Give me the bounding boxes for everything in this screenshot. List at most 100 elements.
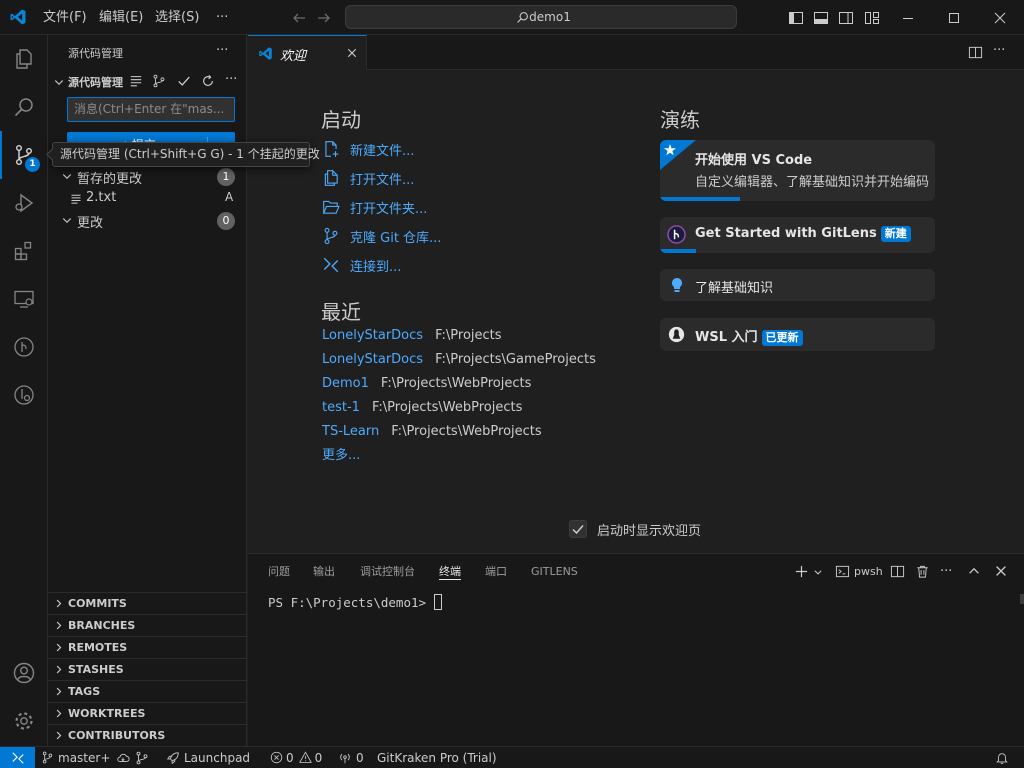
recent-item-name[interactable]: LonelyStarDocs (322, 328, 423, 343)
window-maximize-icon[interactable] (946, 10, 962, 26)
panel-tab-ports[interactable]: 端口 (485, 554, 507, 589)
chevron-down-icon[interactable] (813, 567, 823, 577)
chevron-down-icon[interactable] (53, 76, 65, 88)
section-branches[interactable]: BRANCHES (48, 614, 247, 636)
recent-item[interactable]: LonelyStarDocs F:\Projects (322, 326, 502, 346)
connect-to-link[interactable]: 连接到... (322, 254, 401, 276)
section-worktrees[interactable]: WORKTREES (48, 702, 247, 724)
branch-compare-icon[interactable] (152, 74, 166, 88)
nav-back-icon[interactable] (291, 10, 307, 26)
view-as-tree-icon[interactable] (129, 74, 143, 88)
panel-tab-gitlens[interactable]: GITLENS (531, 554, 578, 589)
toggle-primary-sidebar-icon[interactable] (788, 10, 804, 26)
search-view-icon[interactable] (0, 83, 48, 131)
recent-item-path: F:\Projects\WebProjects (371, 400, 523, 415)
panel-tab-debug-console[interactable]: 调试控制台 (360, 554, 415, 589)
walkthrough-wsl[interactable]: WSL 入门 已更新 (660, 318, 935, 351)
error-icon (270, 751, 283, 764)
show-on-startup-checkbox[interactable] (569, 520, 587, 538)
recent-item[interactable]: TS-Learn F:\Projects\WebProjects (322, 422, 542, 442)
section-remotes[interactable]: REMOTES (48, 636, 247, 658)
explorer-icon[interactable] (0, 35, 48, 83)
terminal-prompt[interactable]: PS F:\Projects\demo1> (268, 594, 442, 610)
customize-layout-icon[interactable] (864, 10, 880, 26)
launchpad-status[interactable]: Launchpad (166, 747, 250, 768)
recent-item-name[interactable]: test-1 (322, 400, 360, 415)
maximize-panel-chevron-up-icon[interactable] (967, 564, 981, 578)
gitlens-inspect-icon[interactable] (0, 371, 48, 419)
commit-message-input[interactable]: 消息(Ctrl+Enter 在"mas... (67, 97, 235, 122)
kill-terminal-trash-icon[interactable] (915, 564, 930, 579)
staged-file-name[interactable]: 2.txt (86, 190, 116, 205)
command-center-search[interactable]: demo1 (345, 5, 737, 29)
menu-selection[interactable]: 选择(S) (155, 0, 199, 35)
extensions-icon[interactable] (0, 227, 48, 275)
new-terminal-icon[interactable] (794, 564, 809, 579)
recent-item-name[interactable]: Demo1 (322, 376, 369, 391)
recent-item[interactable]: LonelyStarDocs F:\Projects\GameProjects (322, 350, 596, 370)
account-icon[interactable] (0, 649, 48, 697)
open-file-link[interactable]: 打开文件... (322, 167, 414, 189)
toggle-secondary-sidebar-icon[interactable] (838, 10, 854, 26)
repo-section-title[interactable]: 源代码管理 (68, 74, 123, 90)
tab-close-icon[interactable] (346, 47, 358, 59)
open-folder-link[interactable]: 打开文件夹... (322, 196, 427, 218)
recent-more-link[interactable]: 更多... (322, 446, 360, 466)
gitkraken-status[interactable]: GitKraken Pro (Trial) (377, 747, 497, 768)
nav-forward-icon[interactable] (316, 10, 332, 26)
remote-indicator[interactable] (0, 747, 35, 768)
gitlens-graph-icon[interactable] (0, 323, 48, 371)
chevron-down-icon[interactable] (61, 214, 73, 226)
split-terminal-icon[interactable] (890, 564, 905, 579)
section-commits[interactable]: COMMITS (48, 592, 247, 614)
remote-explorer-icon[interactable] (0, 275, 48, 323)
terminal-scrollbar[interactable] (1020, 594, 1024, 604)
menu-file[interactable]: 文件(F) (43, 0, 87, 35)
section-contributors[interactable]: CONTRIBUTORS (48, 724, 247, 746)
recent-item-name[interactable]: LonelyStarDocs (322, 352, 423, 367)
recent-item-path: F:\Projects (435, 328, 502, 343)
start-heading: 启动 (321, 108, 361, 132)
source-control-icon[interactable]: 1 (0, 131, 48, 179)
recent-item-name[interactable]: TS-Learn (322, 424, 379, 439)
ports-status[interactable]: 0 (338, 747, 364, 768)
panel-tab-terminal[interactable]: 终端 (439, 554, 461, 580)
close-panel-icon[interactable] (994, 564, 1008, 578)
section-tags[interactable]: TAGS (48, 680, 247, 702)
run-debug-icon[interactable] (0, 179, 48, 227)
commit-check-icon[interactable] (177, 74, 191, 88)
branch-status[interactable]: master+ (41, 747, 130, 768)
window-close-icon[interactable] (992, 10, 1008, 26)
manage-gear-icon[interactable] (0, 697, 48, 745)
notifications-bell-icon[interactable] (995, 747, 1009, 768)
new-file-link[interactable]: 新建文件... (322, 138, 414, 160)
sidebar-more-button[interactable]: ··· (216, 43, 228, 58)
editor-more-button[interactable]: ··· (993, 43, 1005, 58)
walkthrough-vscode[interactable]: 开始使用 VS Code 自定义编辑器、了解基础知识并开始编码 (660, 140, 935, 201)
toggle-panel-icon[interactable] (813, 10, 829, 26)
panel-tab-output[interactable]: 输出 (313, 554, 335, 589)
problems-status[interactable]: 0 0 (270, 747, 322, 768)
walkthrough-basics[interactable]: 了解基础知识 (660, 269, 935, 301)
recent-item[interactable]: test-1 F:\Projects\WebProjects (322, 398, 522, 418)
refresh-icon[interactable] (201, 74, 215, 88)
split-editor-icon[interactable] (968, 45, 983, 60)
menu-edit[interactable]: 编辑(E) (99, 0, 143, 35)
terminal-shell-icon[interactable] (835, 564, 850, 579)
repo-more-button[interactable]: ··· (225, 72, 237, 87)
changes-label[interactable]: 更改 (77, 212, 103, 231)
panel-tab-problems[interactable]: 问题 (268, 554, 290, 589)
recent-item[interactable]: Demo1 F:\Projects\WebProjects (322, 374, 531, 394)
show-on-startup-label[interactable]: 启动时显示欢迎页 (597, 520, 701, 539)
panel-more-button[interactable]: ··· (940, 564, 952, 579)
clone-repo-link[interactable]: 克隆 Git 仓库... (322, 225, 441, 247)
section-stashes[interactable]: STASHES (48, 658, 247, 680)
menu-more[interactable]: ··· (216, 0, 228, 35)
walkthrough-gitlens[interactable]: Get Started with GitLens 新建 (660, 217, 935, 253)
gitlens-compare-status[interactable] (135, 747, 149, 768)
staged-changes-label[interactable]: 暂存的更改 (77, 168, 142, 187)
window-minimize-icon[interactable] (900, 10, 916, 26)
terminal-name[interactable]: pwsh (854, 565, 883, 578)
tab-welcome[interactable]: 欢迎 (248, 35, 367, 70)
chevron-down-icon[interactable] (61, 170, 73, 182)
